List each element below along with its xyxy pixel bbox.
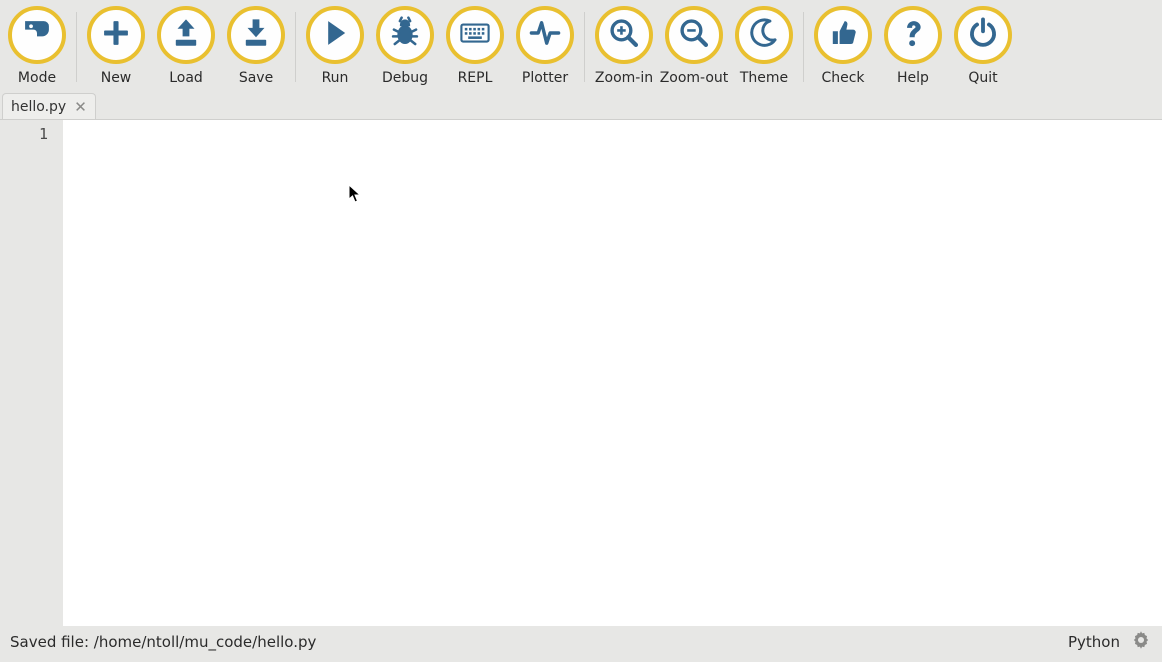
plotter-button[interactable]: Plotter xyxy=(510,4,580,86)
toolbar: Mode New Load Save Run xyxy=(0,0,1162,92)
separator xyxy=(76,12,77,82)
keyboard-icon xyxy=(458,16,492,54)
zoom-out-icon xyxy=(677,16,711,54)
power-icon xyxy=(966,16,1000,54)
quit-label: Quit xyxy=(968,70,997,86)
help-label: Help xyxy=(897,70,929,86)
gear-icon xyxy=(1130,629,1152,655)
status-bar: Saved file: /home/ntoll/mu_code/hello.py… xyxy=(0,626,1162,656)
repl-button[interactable]: REPL xyxy=(440,4,510,86)
line-number-gutter: 1 xyxy=(0,120,62,626)
debug-label: Debug xyxy=(382,70,428,86)
theme-button[interactable]: Theme xyxy=(729,4,799,86)
thumbs-up-icon xyxy=(826,16,860,54)
zoom-in-button[interactable]: Zoom-in xyxy=(589,4,659,86)
tab-filename: hello.py xyxy=(11,99,66,115)
quit-button[interactable]: Quit xyxy=(948,4,1018,86)
status-message: Saved file: /home/ntoll/mu_code/hello.py xyxy=(10,633,316,651)
new-button[interactable]: New xyxy=(81,4,151,86)
tab-close-icon[interactable]: ✕ xyxy=(74,98,87,116)
separator xyxy=(584,12,585,82)
mode-label: Mode xyxy=(18,70,56,86)
moon-icon xyxy=(747,16,781,54)
run-button[interactable]: Run xyxy=(300,4,370,86)
zoom-in-icon xyxy=(607,16,641,54)
separator xyxy=(295,12,296,82)
run-label: Run xyxy=(322,70,349,86)
save-button[interactable]: Save xyxy=(221,4,291,86)
editor-area: 1 xyxy=(0,120,1162,626)
upload-icon xyxy=(169,16,203,54)
mode-icon xyxy=(20,16,54,54)
mouse-cursor-icon xyxy=(348,184,362,208)
check-label: Check xyxy=(821,70,864,86)
play-icon xyxy=(318,16,352,54)
status-language: Python xyxy=(1068,633,1120,651)
debug-button[interactable]: Debug xyxy=(370,4,440,86)
pulse-icon xyxy=(528,16,562,54)
load-label: Load xyxy=(169,70,203,86)
theme-label: Theme xyxy=(740,70,788,86)
plus-icon xyxy=(99,16,133,54)
tab-bar: hello.py ✕ xyxy=(0,92,1162,120)
save-label: Save xyxy=(239,70,273,86)
bug-icon xyxy=(388,16,422,54)
zoom-in-label: Zoom-in xyxy=(595,70,653,86)
settings-button[interactable] xyxy=(1130,631,1152,653)
load-button[interactable]: Load xyxy=(151,4,221,86)
new-label: New xyxy=(101,70,132,86)
tab-hello-py[interactable]: hello.py ✕ xyxy=(2,93,96,119)
check-button[interactable]: Check xyxy=(808,4,878,86)
zoom-out-button[interactable]: Zoom-out xyxy=(659,4,729,86)
zoom-out-label: Zoom-out xyxy=(660,70,729,86)
help-button[interactable]: Help xyxy=(878,4,948,86)
mode-button[interactable]: Mode xyxy=(2,4,72,86)
question-icon xyxy=(896,16,930,54)
download-icon xyxy=(239,16,273,54)
plotter-label: Plotter xyxy=(522,70,568,86)
code-editor[interactable] xyxy=(62,120,1162,626)
line-number: 1 xyxy=(0,124,48,144)
repl-label: REPL xyxy=(458,70,493,86)
separator xyxy=(803,12,804,82)
